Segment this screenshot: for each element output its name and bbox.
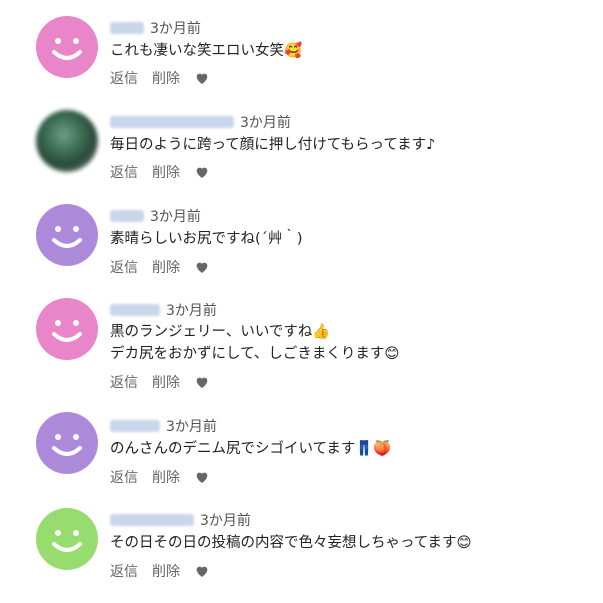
- avatar[interactable]: [36, 412, 98, 474]
- username[interactable]: [110, 514, 194, 526]
- avatar[interactable]: [36, 16, 98, 78]
- avatar[interactable]: [36, 298, 98, 360]
- delete-button[interactable]: 削除: [152, 162, 180, 182]
- timestamp: 3か月前: [240, 115, 291, 131]
- username[interactable]: [110, 210, 144, 222]
- smiley-face-icon: [52, 320, 82, 342]
- delete-button[interactable]: 削除: [152, 467, 180, 487]
- heart-icon[interactable]: [194, 259, 210, 275]
- avatar[interactable]: [36, 204, 98, 266]
- comment-text: これも凄いな笑エロい女笑🥰: [110, 43, 303, 59]
- username[interactable]: [110, 22, 144, 34]
- avatar[interactable]: [36, 508, 98, 570]
- delete-button[interactable]: 削除: [152, 257, 180, 277]
- comment-text: のんさんのデニム尻でシゴイいてます👖🍑: [110, 441, 392, 457]
- reply-button[interactable]: 返信: [110, 257, 138, 277]
- timestamp: 3か月前: [150, 209, 201, 225]
- username[interactable]: [110, 304, 160, 316]
- username[interactable]: [110, 420, 160, 432]
- heart-icon[interactable]: [194, 70, 210, 86]
- delete-button[interactable]: 削除: [152, 68, 180, 88]
- timestamp: 3か月前: [150, 21, 201, 37]
- smiley-face-icon: [52, 434, 82, 456]
- heart-icon[interactable]: [194, 469, 210, 485]
- comment-text-line: 黒のランジェリー、いいですね👍: [110, 324, 331, 340]
- username[interactable]: [110, 116, 234, 128]
- heart-icon[interactable]: [194, 164, 210, 180]
- reply-button[interactable]: 返信: [110, 372, 138, 392]
- delete-button[interactable]: 削除: [152, 372, 180, 392]
- timestamp: 3か月前: [166, 303, 217, 319]
- timestamp: 3か月前: [200, 513, 251, 529]
- smiley-face-icon: [52, 38, 82, 60]
- reply-button[interactable]: 返信: [110, 561, 138, 581]
- heart-icon[interactable]: [194, 374, 210, 390]
- smiley-face-icon: [52, 530, 82, 552]
- comment-text-line: デカ尻をおかずにして、しごきまくります😊: [110, 346, 400, 362]
- delete-button[interactable]: 削除: [152, 561, 180, 581]
- reply-button[interactable]: 返信: [110, 68, 138, 88]
- smiley-face-icon: [52, 226, 82, 248]
- comment-text: 素晴らしいお尻ですね(´艸｀): [110, 231, 303, 247]
- reply-button[interactable]: 返信: [110, 467, 138, 487]
- reply-button[interactable]: 返信: [110, 162, 138, 182]
- timestamp: 3か月前: [166, 419, 217, 435]
- comment-text: 毎日のように跨って顔に押し付けてもらってます♪: [110, 137, 436, 153]
- comment-text: その日その日の投稿の内容で色々妄想しちゃってます😊: [110, 535, 472, 551]
- heart-icon[interactable]: [194, 563, 210, 579]
- avatar[interactable]: [36, 110, 98, 172]
